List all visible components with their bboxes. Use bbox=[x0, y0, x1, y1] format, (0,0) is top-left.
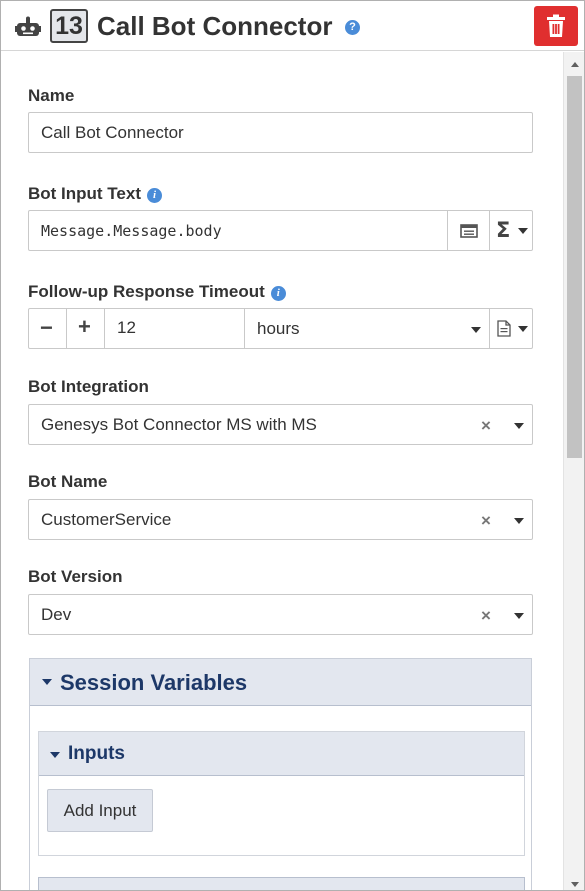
vertical-scrollbar[interactable] bbox=[563, 52, 584, 890]
info-icon[interactable]: i bbox=[147, 188, 162, 203]
decrement-button[interactable]: − bbox=[29, 309, 66, 348]
followup-timeout-label-text: Follow-up Response Timeout bbox=[28, 282, 265, 301]
inputs-subsection: Inputs Add Input bbox=[38, 731, 525, 856]
scroll-up-arrow-icon[interactable] bbox=[571, 62, 579, 67]
bot-name-label: Bot Name bbox=[28, 472, 108, 491]
inputs-header[interactable]: Inputs bbox=[39, 732, 524, 776]
name-input[interactable]: Call Bot Connector bbox=[28, 112, 533, 153]
chevron-down-icon bbox=[518, 228, 528, 234]
timeout-type-dropdown[interactable] bbox=[489, 309, 533, 348]
bot-integration-label: Bot Integration bbox=[28, 377, 149, 396]
add-input-button[interactable]: Add Input bbox=[47, 789, 153, 832]
bot-input-text-label-text: Bot Input Text bbox=[28, 184, 141, 203]
followup-timeout-label: Follow-up Response Timeout i bbox=[28, 282, 286, 302]
page-title: Call Bot Connector bbox=[97, 11, 333, 41]
bot-input-text-value: Message.Message.body bbox=[41, 222, 222, 240]
caret-down-icon bbox=[42, 679, 52, 685]
bot-input-text-label: Bot Input Text i bbox=[28, 184, 162, 204]
outputs-header[interactable] bbox=[38, 877, 525, 890]
panel-body: Name Call Bot Connector Bot Input Text i … bbox=[1, 52, 562, 890]
chevron-down-icon bbox=[518, 326, 528, 332]
bot-version-select[interactable]: Dev × bbox=[28, 594, 533, 635]
plus-icon: + bbox=[78, 314, 91, 339]
name-value: Call Bot Connector bbox=[41, 123, 184, 142]
panel-header: 13 Call Bot Connector ? bbox=[1, 1, 584, 51]
sigma-icon: Σ bbox=[496, 218, 511, 242]
bot-version-label: Bot Version bbox=[28, 567, 123, 586]
session-variables-title: Session Variables bbox=[60, 670, 248, 695]
robot-icon bbox=[15, 16, 41, 36]
timeout-unit-value: hours bbox=[257, 319, 300, 338]
name-label: Name bbox=[28, 86, 75, 105]
chevron-down-icon bbox=[471, 327, 481, 333]
scroll-down-arrow-icon[interactable] bbox=[571, 882, 579, 887]
clear-icon[interactable]: × bbox=[481, 417, 491, 434]
clear-icon[interactable]: × bbox=[481, 607, 491, 624]
bot-version-value: Dev bbox=[41, 605, 72, 624]
step-number-badge: 13 bbox=[50, 9, 88, 43]
clear-icon[interactable]: × bbox=[481, 512, 491, 529]
followup-timeout-field: − + 12 hours bbox=[28, 308, 533, 349]
timeout-value: 12 bbox=[117, 318, 136, 337]
timeout-unit-select[interactable]: hours bbox=[244, 309, 490, 348]
increment-button[interactable]: + bbox=[66, 309, 104, 348]
action-editor-panel: 13 Call Bot Connector ? Name Call Bot Co… bbox=[0, 0, 585, 891]
info-icon[interactable]: i bbox=[270, 286, 286, 301]
chevron-down-icon[interactable] bbox=[514, 613, 524, 619]
caret-down-icon bbox=[50, 752, 60, 758]
expression-editor-icon bbox=[460, 224, 478, 238]
chevron-down-icon[interactable] bbox=[514, 423, 524, 429]
help-icon[interactable]: ? bbox=[345, 20, 360, 35]
bot-input-text-field[interactable]: Message.Message.body Σ bbox=[28, 210, 533, 251]
delete-button[interactable] bbox=[534, 6, 578, 46]
expression-type-dropdown[interactable]: Σ bbox=[489, 211, 533, 250]
bot-name-value: CustomerService bbox=[41, 510, 172, 529]
chevron-down-icon[interactable] bbox=[514, 518, 524, 524]
expression-editor-button[interactable] bbox=[447, 211, 489, 250]
document-icon bbox=[497, 320, 511, 337]
scrollbar-thumb[interactable] bbox=[567, 76, 582, 458]
bot-name-select[interactable]: CustomerService × bbox=[28, 499, 533, 540]
session-variables-section: Session Variables Inputs Add Input bbox=[29, 658, 532, 890]
timeout-value-input[interactable]: 12 bbox=[104, 309, 244, 348]
session-variables-header[interactable]: Session Variables bbox=[30, 659, 531, 706]
bot-integration-select[interactable]: Genesys Bot Connector MS with MS × bbox=[28, 404, 533, 445]
minus-icon: − bbox=[40, 315, 53, 340]
inputs-title: Inputs bbox=[68, 743, 125, 764]
bot-integration-value: Genesys Bot Connector MS with MS bbox=[41, 415, 317, 434]
trash-icon bbox=[547, 14, 565, 37]
